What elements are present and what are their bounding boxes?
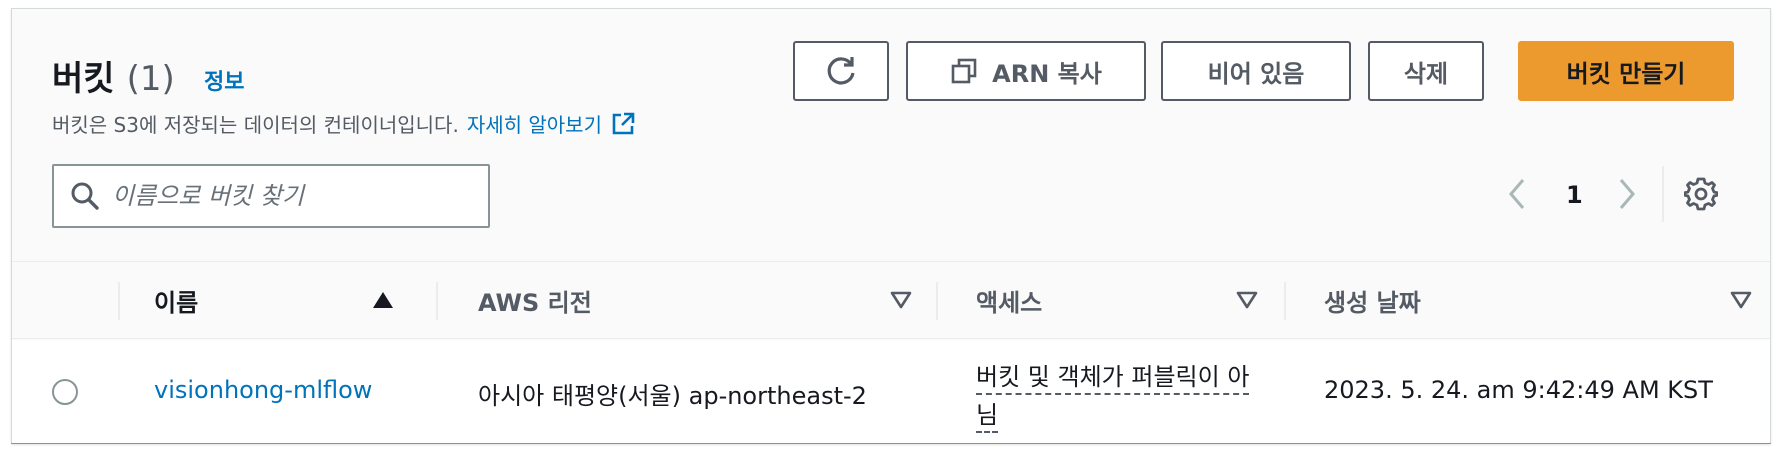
sort-descending-icon [890,291,912,309]
delete-bucket-button[interactable]: 삭제 [1368,41,1484,101]
create-bucket-button[interactable]: 버킷 만들기 [1518,41,1734,101]
copy-arn-label: ARN 복사 [992,59,1102,88]
info-link[interactable]: 정보 [204,64,244,96]
column-divider [936,282,938,320]
column-header-label: 생성 날짜 [1324,288,1421,317]
external-link-icon[interactable] [610,111,636,137]
previous-page-icon[interactable] [1506,177,1528,211]
row-select-radio[interactable] [52,379,78,405]
bucket-name-link[interactable]: visionhong-mlflow [154,376,372,404]
column-header-label: AWS 리전 [478,288,592,317]
description-text: 버킷은 S3에 저장되는 데이터의 컨테이너입니다. [52,113,459,137]
table-header: 이름 AWS 리전 액세스 생성 날짜 [12,261,1770,339]
pager-divider [1662,166,1664,222]
column-divider [118,282,120,320]
settings-gear-icon[interactable] [1684,177,1718,211]
bucket-access[interactable]: 버킷 및 객체가 퍼블릭이 아님 [976,358,1266,434]
next-page-icon[interactable] [1616,177,1638,211]
bucket-count: (1) [126,59,175,99]
page-title: 버킷 (1) [52,51,175,100]
buckets-panel: 버킷 (1) 정보 버킷은 S3에 저장되는 데이터의 컨테이너입니다. 자세히… [11,8,1771,444]
column-divider [436,282,438,320]
copy-arn-button[interactable]: ARN 복사 [906,41,1146,101]
column-header-access[interactable]: 액세스 [976,262,1258,338]
search-icon [70,181,100,211]
table-row: visionhong-mlflow 아시아 태평양(서울) ap-northea… [12,340,1770,443]
description: 버킷은 S3에 저장되는 데이터의 컨테이너입니다. 자세히 알아보기 [52,109,636,138]
empty-bucket-button[interactable]: 비어 있음 [1161,41,1351,101]
column-header-label: 액세스 [976,288,1043,317]
bucket-region: 아시아 태평양(서울) ap-northeast-2 [478,382,867,410]
page-number[interactable]: 1 [1566,181,1583,209]
column-header-region[interactable]: AWS 리전 [478,262,912,338]
bucket-access-text: 버킷 및 객체가 퍼블릭이 아님 [976,363,1250,433]
copy-icon [950,57,978,85]
search-input[interactable] [112,182,472,210]
learn-more-link[interactable]: 자세히 알아보기 [467,109,602,138]
bucket-search[interactable] [52,164,490,228]
column-divider [1284,282,1286,320]
sort-ascending-icon [372,291,394,309]
column-header-created[interactable]: 생성 날짜 [1324,262,1752,338]
bucket-created-date: 2023. 5. 24. am 9:42:49 AM KST [1324,376,1713,404]
column-header-name[interactable]: 이름 [154,262,394,338]
refresh-icon [824,54,858,88]
refresh-button[interactable] [793,41,889,101]
sort-descending-icon [1236,291,1258,309]
column-header-label: 이름 [154,288,199,317]
title-text: 버킷 [52,59,115,99]
sort-descending-icon [1730,291,1752,309]
